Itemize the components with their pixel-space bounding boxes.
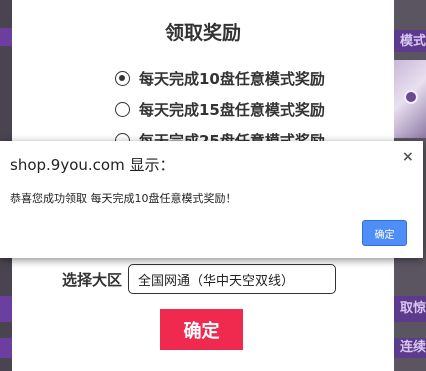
close-icon[interactable]: × — [402, 149, 414, 165]
browser-alert-dialog: shop.9you.com 显示： × 恭喜您成功领取 每天完成10盘任意模式奖… — [0, 141, 423, 258]
reward-option-label: 每天完成10盘任意模式奖励 — [139, 69, 325, 88]
zone-select[interactable]: 全国网通（华中天空双线） — [128, 264, 337, 294]
zone-select-row: 选择大区 全国网通（华中天空双线） — [62, 263, 337, 295]
reward-option-10[interactable]: 每天完成10盘任意模式奖励 — [115, 67, 325, 89]
background-character-art — [394, 60, 426, 138]
alert-title: shop.9you.com 显示： — [10, 156, 175, 174]
radio-checked-icon[interactable] — [115, 70, 130, 86]
background-band-text: 取惊 — [394, 296, 426, 322]
background-purple-band — [0, 338, 12, 358]
background-purple-band — [0, 296, 12, 322]
reward-dialog-title: 领取奖励 — [164, 22, 241, 44]
background-band-text: 模式 — [394, 30, 426, 52]
radio-unchecked-icon[interactable] — [115, 101, 130, 117]
reward-option-15[interactable]: 每天完成15盘任意模式奖励 — [115, 98, 325, 120]
background-purple-band — [0, 28, 12, 46]
confirm-button[interactable]: 确定 — [160, 309, 243, 350]
alert-ok-button[interactable]: 确定 — [362, 220, 407, 246]
background-band-text: 连续 — [394, 338, 426, 358]
reward-option-label: 每天完成15盘任意模式奖励 — [139, 100, 325, 119]
alert-message: 恭喜您成功领取 每天完成10盘任意模式奖励！ — [10, 192, 237, 205]
zone-label: 选择大区 — [62, 270, 123, 289]
